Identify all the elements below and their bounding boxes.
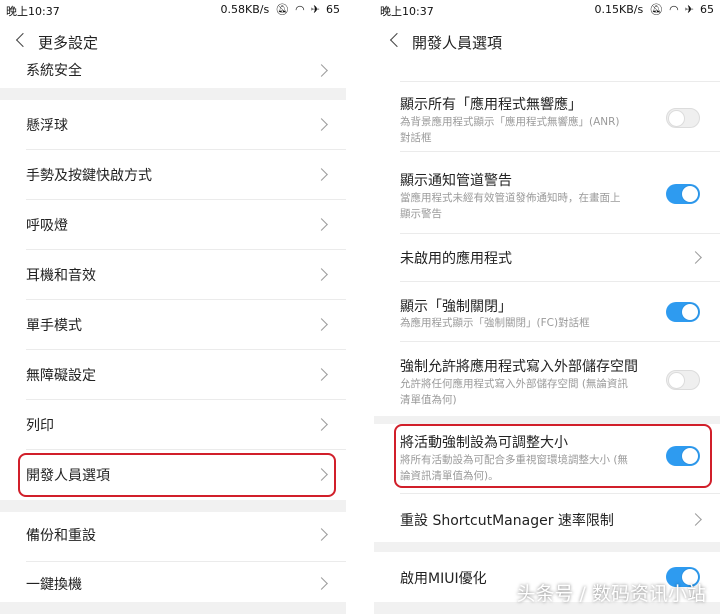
toggle-switch[interactable]	[666, 108, 700, 128]
airplane-icon: ✈	[684, 3, 694, 16]
back-arrow-icon[interactable]	[12, 30, 34, 52]
setting-anr[interactable]: 顯示所有「應用程式無響應」 為背景應用程式顯示「應用程式無響應」(ANR)對話框	[374, 82, 720, 152]
item-subtitle: 為應用程式顯示「強制關閉」(FC)對話框	[400, 317, 590, 329]
status-right: 0.15KB/s 🔕︎ ◠ ✈ 65	[595, 3, 715, 16]
item-label: 無障礙設定	[26, 368, 96, 384]
toggle-switch[interactable]	[666, 184, 700, 204]
partial-row	[374, 62, 720, 82]
status-right: 0.58KB/s 🔕︎ ◠ ✈ 65	[221, 3, 341, 16]
settings-item[interactable]: 無障礙設定	[0, 350, 346, 400]
toggle-knob	[668, 372, 685, 389]
setting-inactive-apps[interactable]: 未啟用的應用程式	[374, 234, 720, 282]
chevron-right-icon	[315, 528, 328, 541]
chevron-right-icon	[689, 513, 702, 526]
chevron-right-icon	[315, 218, 328, 231]
item-label: 手勢及按鍵快啟方式	[26, 168, 152, 184]
settings-item[interactable]: 一鍵換機	[0, 562, 346, 602]
chevron-right-icon	[315, 168, 328, 181]
wifi-icon: ◠	[295, 3, 305, 16]
airplane-icon: ✈	[310, 3, 320, 16]
section-gap	[374, 542, 720, 552]
settings-item[interactable]: 列印	[0, 400, 346, 450]
item-label: 耳機和音效	[26, 268, 96, 284]
settings-item[interactable]: 手勢及按鍵快啟方式	[0, 150, 346, 200]
item-label: 強制允許將應用程式寫入外部儲存空間	[400, 359, 638, 375]
settings-item[interactable]: 懸浮球	[0, 100, 346, 150]
item-label: 懸浮球	[26, 118, 68, 134]
battery-level: 65	[326, 3, 340, 16]
battery-level: 65	[700, 3, 714, 16]
highlight-box	[394, 424, 712, 488]
setting-channel-warning[interactable]: 顯示通知管道警告 當應用程式未經有效管道發佈通知時，在畫面上顯示警告	[374, 152, 720, 234]
item-label: 未啟用的應用程式	[400, 251, 512, 267]
toggle-knob	[668, 110, 685, 127]
item-subtitle: 允許將任何應用程式寫入外部儲存空間 (無論資訊清單值為何)	[400, 378, 628, 406]
settings-item[interactable]: 系統安全	[0, 62, 346, 88]
mute-icon: 🔕︎	[275, 3, 290, 16]
section-gap	[0, 500, 346, 512]
section-gap	[0, 88, 346, 100]
chevron-right-icon	[315, 577, 328, 590]
page-title: 開發人員選項	[412, 34, 503, 52]
item-subtitle: 當應用程式未經有效管道發佈通知時，在畫面上顯示警告	[400, 192, 621, 220]
chevron-right-icon	[315, 268, 328, 281]
setting-reset-shortcutmanager[interactable]: 重設 ShortcutManager 速率限制	[374, 494, 720, 542]
back-arrow-icon[interactable]	[386, 30, 408, 52]
status-bar: 晚上10:37 0.15KB/s 🔕︎ ◠ ✈ 65	[374, 0, 720, 20]
settings-item[interactable]: 備份和重設	[0, 512, 346, 562]
status-time: 晚上10:37	[6, 5, 60, 18]
toggle-knob	[682, 186, 698, 202]
watermark: 头条号 / 数码资讯小站	[516, 583, 706, 605]
chevron-right-icon	[315, 368, 328, 381]
setting-external-storage[interactable]: 強制允許將應用程式寫入外部儲存空間 允許將任何應用程式寫入外部儲存空間 (無論資…	[374, 342, 720, 416]
chevron-right-icon	[315, 318, 328, 331]
item-label: 一鍵換機	[26, 577, 82, 593]
wifi-icon: ◠	[669, 3, 679, 16]
settings-item[interactable]: 耳機和音效	[0, 250, 346, 300]
item-label: 系統安全	[26, 63, 82, 79]
item-label: 啟用MIUI優化	[400, 571, 487, 587]
item-label: 顯示所有「應用程式無響應」	[400, 97, 582, 113]
panel-divider	[346, 0, 374, 614]
item-label: 單手模式	[26, 318, 82, 334]
item-subtitle: 為背景應用程式顯示「應用程式無響應」(ANR)對話框	[400, 116, 620, 144]
item-label: 重設 ShortcutManager 速率限制	[400, 513, 614, 529]
status-time: 晚上10:37	[380, 5, 434, 18]
settings-item[interactable]: 呼吸燈	[0, 200, 346, 250]
toggle-switch[interactable]	[666, 302, 700, 322]
page-title: 更多設定	[38, 34, 99, 52]
toggle-switch[interactable]	[666, 370, 700, 390]
item-label: 備份和重設	[26, 528, 96, 544]
network-speed: 0.58KB/s	[220, 3, 270, 16]
network-speed: 0.15KB/s	[594, 3, 644, 16]
toggle-knob	[682, 304, 698, 320]
section-gap	[0, 602, 346, 614]
highlight-box	[18, 453, 336, 497]
chevron-right-icon	[689, 251, 702, 264]
chevron-right-icon	[315, 418, 328, 431]
right-screen: 晚上10:37 0.15KB/s 🔕︎ ◠ ✈ 65 開發人員選項 顯示所有「應…	[374, 0, 720, 614]
section-gap	[374, 416, 720, 424]
chevron-right-icon	[315, 64, 328, 77]
item-label: 列印	[26, 418, 54, 434]
setting-force-close[interactable]: 顯示「強制關閉」 為應用程式顯示「強制關閉」(FC)對話框	[374, 282, 720, 342]
mute-icon: 🔕︎	[649, 3, 664, 16]
chevron-right-icon	[315, 118, 328, 131]
left-screen: 晚上10:37 0.58KB/s 🔕︎ ◠ ✈ 65 更多設定 系統安全 懸浮球…	[0, 0, 346, 614]
item-label: 顯示通知管道警告	[400, 173, 512, 189]
settings-item[interactable]: 單手模式	[0, 300, 346, 350]
item-label: 呼吸燈	[26, 218, 68, 234]
item-label: 顯示「強制關閉」	[400, 299, 512, 315]
status-bar: 晚上10:37 0.58KB/s 🔕︎ ◠ ✈ 65	[0, 0, 346, 20]
